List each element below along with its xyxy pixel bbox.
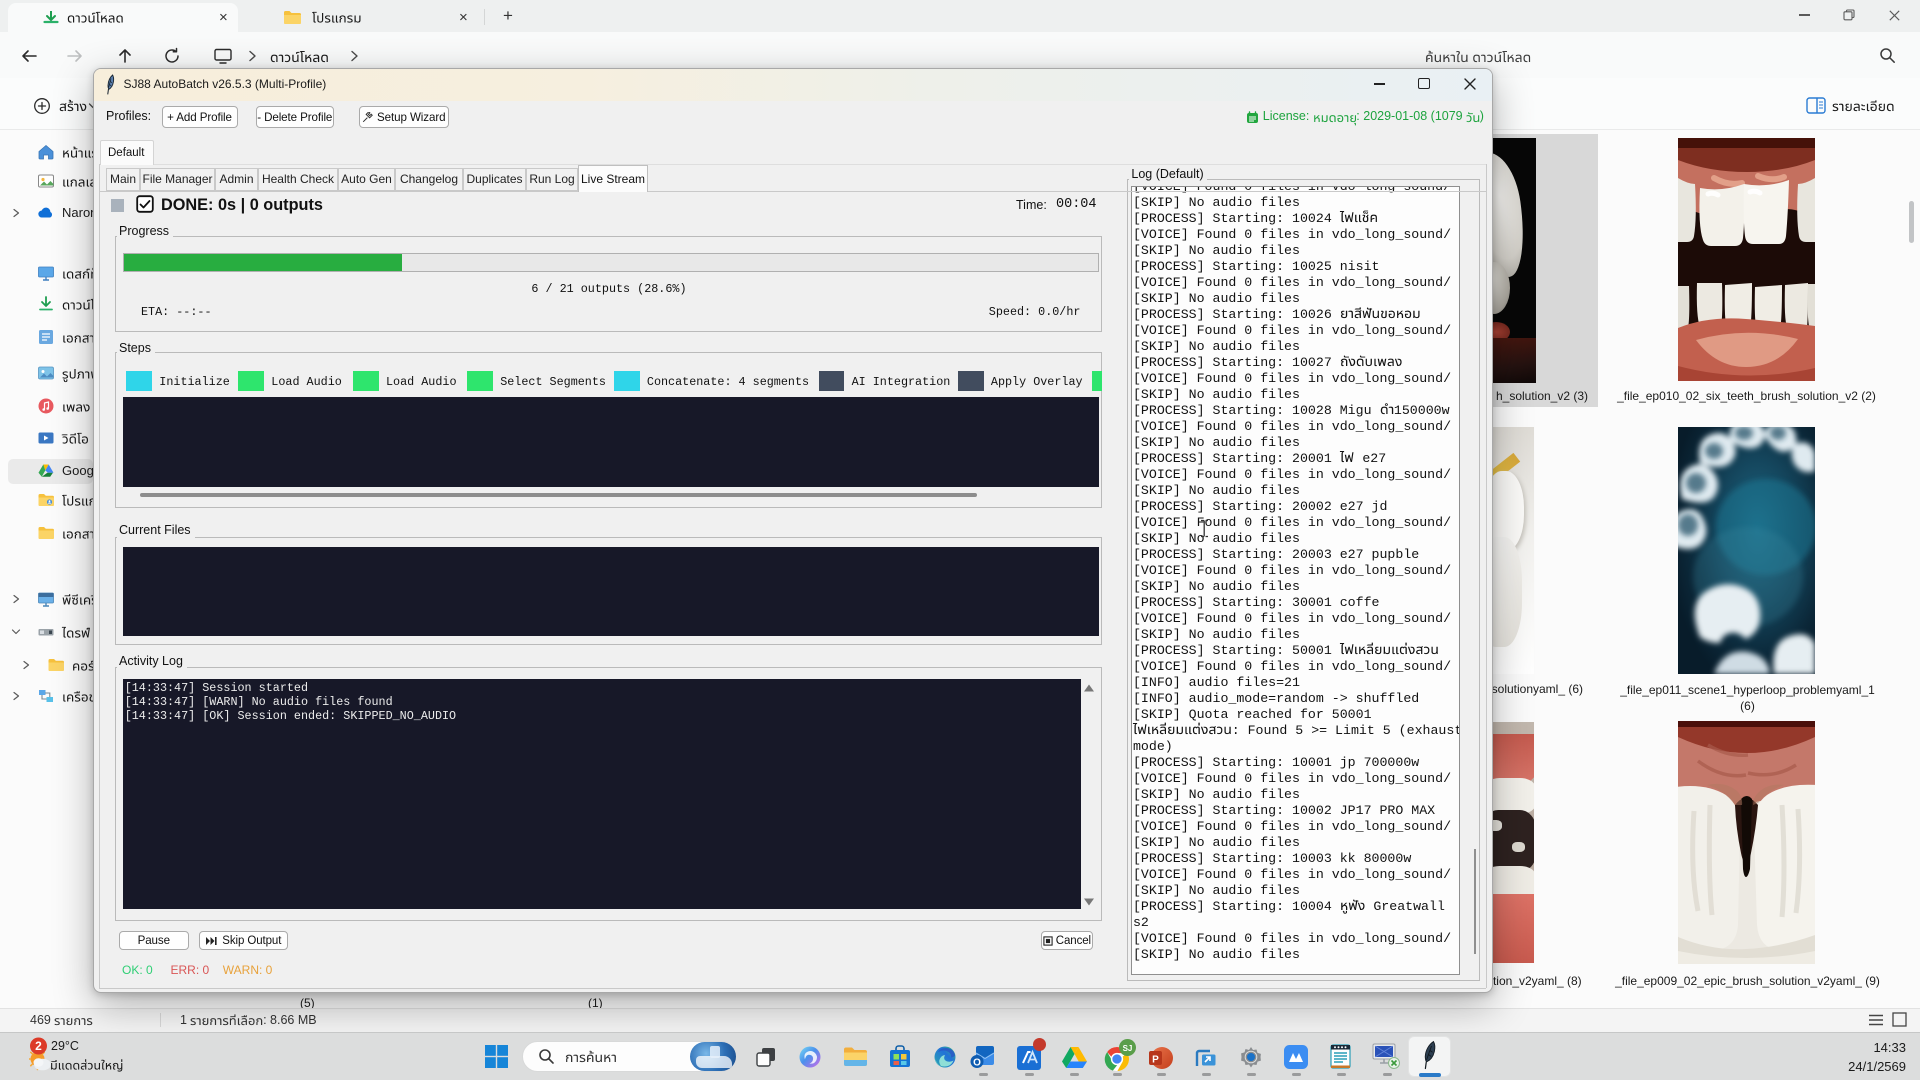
svg-text:O: O xyxy=(973,1058,981,1069)
svg-text:P: P xyxy=(1152,1055,1159,1066)
svg-text:SJ: SJ xyxy=(1123,1044,1133,1053)
svg-text:2: 2 xyxy=(35,1039,42,1053)
